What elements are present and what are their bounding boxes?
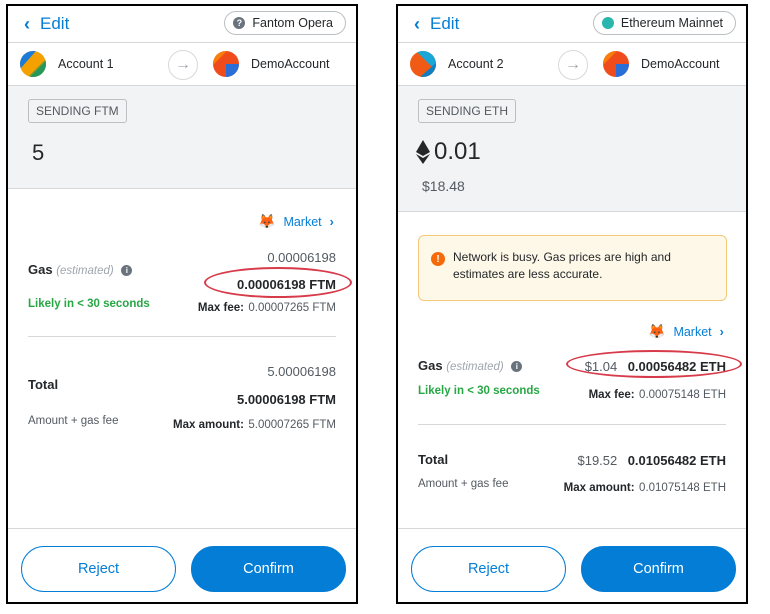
max-fee-value: 0.00075148 ETH [639,389,726,401]
max-amount: Max amount: 5.00007265 FTM [173,415,336,433]
send-amount-area: SENDING FTM 5 [8,86,356,189]
gas-estimated: (estimated) [446,361,504,373]
to-account[interactable]: DemoAccount [603,51,720,77]
avatar [410,51,436,77]
account-bar: Account 1 → DemoAccount [8,42,356,86]
confirm-button[interactable]: Confirm [191,546,346,592]
market-link[interactable]: 🦊 Market › [258,213,334,230]
to-account-name: DemoAccount [641,57,720,71]
gas-estimated: (estimated) [56,265,114,277]
sending-label: SENDING FTM [28,99,127,123]
ethereum-icon [416,140,430,164]
header: ‹ Edit ? Fantom Opera [8,6,356,42]
max-amount-value: 5.00007265 FTM [248,419,336,431]
from-account[interactable]: Account 1 [20,51,114,77]
total-grey-value: 5.00006198 [267,364,336,379]
edit-label: Edit [430,14,460,33]
likely-time: Likely in < 30 seconds [418,385,540,397]
max-amount-value: 0.01075148 ETH [639,482,726,494]
network-name: Ethereum Mainnet [620,16,723,30]
total-fiat: $19.52 [577,453,618,468]
arrow-right-icon: → [558,50,588,80]
from-account-name: Account 2 [448,57,504,71]
avatar [213,51,239,77]
network-selector[interactable]: ? Fantom Opera [224,11,346,35]
ethereum-confirm-panel: ‹ Edit Ethereum Mainnet Account 2 → Demo… [396,4,748,604]
sending-label: SENDING ETH [418,99,517,123]
avatar [20,51,46,77]
gas-title: Gas [418,358,443,373]
chevron-left-icon: ‹ [414,14,420,34]
reject-button[interactable]: Reject [411,546,566,592]
send-amount-value: 0.01 [434,138,481,165]
max-amount-label: Max amount: [563,482,635,494]
divider [418,424,726,425]
gas-fee: $1.04 0.00056482 ETH [585,358,726,376]
total-label: Total [418,452,449,467]
header: ‹ Edit Ethereum Mainnet [398,6,746,42]
to-account[interactable]: DemoAccount [213,51,330,77]
account-bar: Account 2 → DemoAccount [398,42,746,86]
gas-fee-value: 0.00056482 ETH [627,359,726,374]
divider [28,336,336,337]
confirm-button[interactable]: Confirm [581,546,736,592]
from-account-name: Account 1 [58,57,114,71]
likely-time: Likely in < 30 seconds [28,298,150,310]
max-fee: Max fee: 0.00007265 FTM [198,298,336,316]
chevron-right-icon: › [329,214,334,229]
send-amount: 5 [32,140,45,165]
max-amount-label: Max amount: [173,419,244,431]
footer: Reject Confirm [8,528,356,602]
edit-button[interactable]: ‹ Edit [414,14,459,34]
gas-title: Gas [28,262,53,277]
edit-button[interactable]: ‹ Edit [24,14,69,34]
max-fee-label: Max fee: [588,389,635,401]
max-fee: Max fee: 0.00075148 ETH [589,385,726,403]
total: $19.52 0.01056482 ETH [577,452,726,470]
max-fee-label: Max fee: [197,302,244,314]
total-label: Total [28,377,59,392]
gas-grey-value: 0.00006198 [267,250,336,265]
warning-icon: ! [431,252,445,266]
max-fee-value: 0.00007265 FTM [248,302,336,314]
edit-label: Edit [40,14,70,33]
from-account[interactable]: Account 2 [410,51,504,77]
market-label: Market [283,214,322,229]
info-icon[interactable]: i [511,361,523,372]
network-dot-icon [601,17,614,29]
amount-gas-label: Amount + gas fee [28,415,119,427]
footer: Reject Confirm [398,528,746,602]
fantom-confirm-panel: ‹ Edit ? Fantom Opera Account 1 → DemoAc… [6,4,358,604]
total-value: 5.00006198 FTM [236,392,336,407]
gas-label: Gas (estimated) i [418,358,523,373]
network-name: Fantom Opera [252,16,333,30]
help-icon: ? [233,17,246,29]
avatar [603,51,629,77]
amount-gas-label: Amount + gas fee [418,478,509,490]
max-amount: Max amount: 0.01075148 ETH [564,478,726,496]
reject-button[interactable]: Reject [21,546,176,592]
metamask-fox-icon: 🦊 [258,213,276,229]
network-selector[interactable]: Ethereum Mainnet [592,11,736,35]
chevron-right-icon: › [719,324,724,339]
send-amount-area: SENDING ETH 0.01 $18.48 [398,86,746,212]
send-amount: 0.01 [416,138,481,166]
network-busy-alert: ! Network is busy. Gas prices are high a… [418,235,727,301]
info-icon[interactable]: i [121,265,133,276]
gas-label: Gas (estimated) i [28,262,133,277]
fiat-amount: $18.48 [422,178,465,194]
to-account-name: DemoAccount [251,57,330,71]
total-value: 0.01056482 ETH [627,453,726,468]
gas-fiat: $1.04 [584,359,618,374]
chevron-left-icon: ‹ [24,14,30,34]
market-link[interactable]: 🦊 Market › [648,323,724,340]
alert-text: Network is busy. Gas prices are high and… [453,250,671,281]
market-label: Market [673,324,712,339]
gas-fee-value: 0.00006198 FTM [236,277,336,292]
metamask-fox-icon: 🦊 [648,323,666,339]
arrow-right-icon: → [168,50,198,80]
